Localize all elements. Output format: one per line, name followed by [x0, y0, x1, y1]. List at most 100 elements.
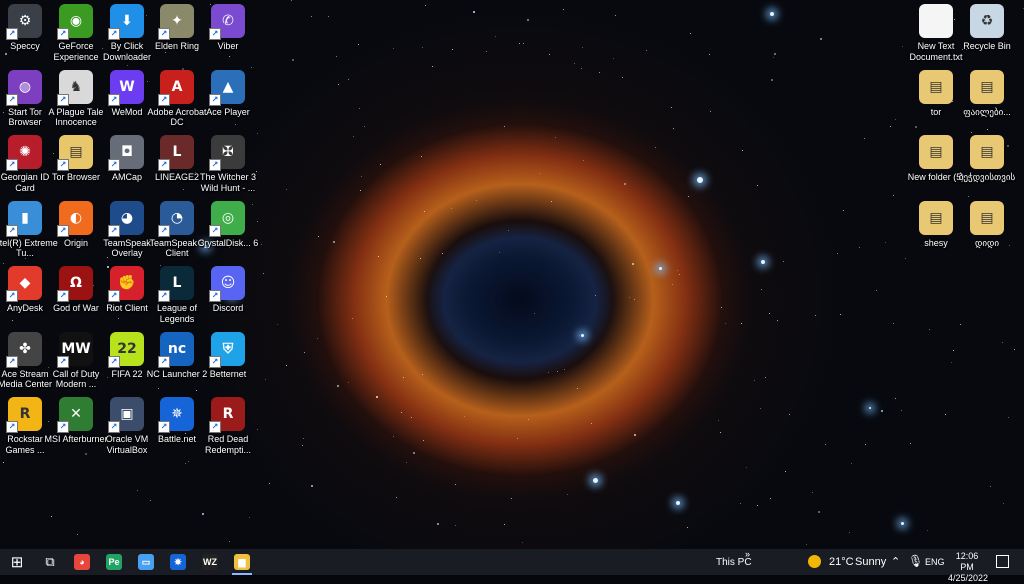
star [719, 432, 721, 434]
shortcut-arrow-icon: ↗ [209, 421, 221, 433]
star [358, 43, 360, 45]
desktop-icon[interactable]: ✆ ↗ Viber [195, 4, 261, 52]
star [876, 289, 878, 291]
clock[interactable]: 12:06 PM 4/25/2022 [948, 551, 988, 584]
shortcut-arrow-icon: ↗ [158, 93, 170, 106]
bright-star [676, 501, 680, 505]
star [485, 50, 487, 52]
star [673, 127, 675, 129]
star [783, 260, 785, 262]
star [583, 160, 585, 162]
star [268, 483, 270, 485]
star [890, 126, 892, 128]
star [806, 544, 808, 546]
star [819, 37, 822, 40]
shortcut-arrow-icon: ↗ [108, 290, 120, 302]
shortcut-arrow-icon: ↗ [158, 355, 170, 368]
shortcut-arrow-icon: ↗ [158, 159, 170, 171]
taskbar-app-button[interactable]: Pe [98, 549, 130, 575]
crystaldisk-icon: ◎ ↗ [209, 200, 245, 237]
star [836, 252, 838, 254]
star [494, 36, 496, 38]
task-view-button[interactable]: ⧉ [34, 549, 66, 575]
star [742, 150, 744, 152]
star [967, 195, 969, 197]
star [228, 55, 230, 57]
star [776, 319, 778, 321]
taskbar-app-button[interactable]: WZ [194, 549, 226, 575]
bright-star [900, 521, 904, 525]
warzone-icon: WZ [202, 554, 218, 570]
star [361, 176, 363, 178]
weather-condition[interactable]: Sunny [855, 556, 886, 568]
star [1013, 348, 1015, 350]
star [451, 49, 453, 51]
afterburner-icon: ✕ ↗ [57, 397, 93, 433]
taskbar-app-button[interactable]: ▭ [130, 549, 162, 575]
star [304, 352, 306, 354]
shortcut-arrow-icon: ↗ [209, 224, 221, 237]
anydesk-icon: ◆ ↗ [6, 266, 42, 302]
star [441, 252, 443, 254]
star [527, 419, 529, 421]
notifications-icon[interactable] [996, 555, 1009, 568]
microphone-icon[interactable]: 🎙 [908, 554, 923, 568]
star [517, 438, 519, 440]
desktop-icon[interactable]: ◎ ↗ CrystalDisk... 6 [195, 200, 261, 249]
desktop-icon[interactable]: ▤ ფაილები... [954, 69, 1020, 118]
shortcut-arrow-icon: ↗ [57, 421, 69, 433]
desktop-icon[interactable]: ♻ Recycle Bin [954, 4, 1020, 52]
star [720, 306, 722, 308]
star [654, 147, 656, 149]
desktop-icon[interactable]: ▤ დიდი [954, 200, 1020, 249]
star [201, 512, 204, 515]
desktop-icon[interactable]: R ↗ Red Dead Redempti... [195, 397, 261, 455]
shortcut-arrow-icon: ↗ [108, 224, 120, 237]
desktop-icon-label: CrystalDisk... 6 [197, 237, 259, 248]
folder-icon: ▤ [919, 69, 953, 104]
star [894, 118, 896, 120]
cod-icon: MW ↗ [57, 331, 93, 368]
star [422, 373, 424, 375]
star [629, 296, 630, 298]
publisher-icon: Pe [106, 554, 122, 570]
star [824, 444, 826, 446]
weather-temp[interactable]: 21°C [829, 556, 854, 568]
star [510, 497, 512, 499]
shortcut-arrow-icon: ↗ [6, 224, 18, 237]
star [318, 236, 320, 238]
star [228, 540, 230, 542]
desktop-icon[interactable]: ✠ ↗ The Witcher 3 Wild Hunt - ... [195, 135, 261, 193]
star [772, 57, 774, 59]
show-hidden-icons-icon[interactable]: ⌃ [891, 555, 900, 568]
language-indicator[interactable]: ENG [925, 557, 945, 567]
riot-icon: ✊ ↗ [108, 266, 144, 302]
shortcut-arrow-icon: ↗ [209, 159, 221, 171]
taskbar-app-button[interactable]: ◕ [66, 549, 98, 575]
star [893, 194, 894, 196]
battlenet-icon: ✵ [170, 554, 186, 570]
star [476, 200, 478, 202]
star [84, 453, 87, 456]
star [421, 47, 423, 49]
god-of-war-icon: Ω ↗ [57, 266, 93, 302]
taskbar-app-button[interactable]: ✵ [162, 549, 194, 575]
star [556, 371, 558, 373]
desktop-icon[interactable]: ⛨ ↗ Betternet [195, 331, 261, 380]
id-card-icon: ✺ ↗ [6, 135, 42, 171]
star [405, 461, 407, 463]
desktop-icon[interactable]: ▲ ↗ Ace Player [195, 69, 261, 118]
star [5, 52, 8, 55]
recycle-bin-icon: ♻ [970, 4, 1004, 38]
start-button[interactable]: ⊞ [0, 549, 34, 575]
desktop-icon[interactable]: ▤ ბეჭდვისთვის [954, 135, 1020, 183]
star [634, 433, 637, 436]
chrome-icon: ◕ [74, 554, 90, 570]
star [549, 54, 551, 56]
desktop-icon[interactable]: ☺ ↗ Discord [195, 266, 261, 314]
shortcut-arrow-icon: ↗ [57, 355, 69, 368]
star [126, 64, 128, 66]
this-pc-toolbar[interactable]: This PC [716, 557, 752, 568]
folder-icon: ▤ [970, 135, 1004, 169]
taskbar-app-button[interactable]: ▆ [226, 549, 258, 575]
